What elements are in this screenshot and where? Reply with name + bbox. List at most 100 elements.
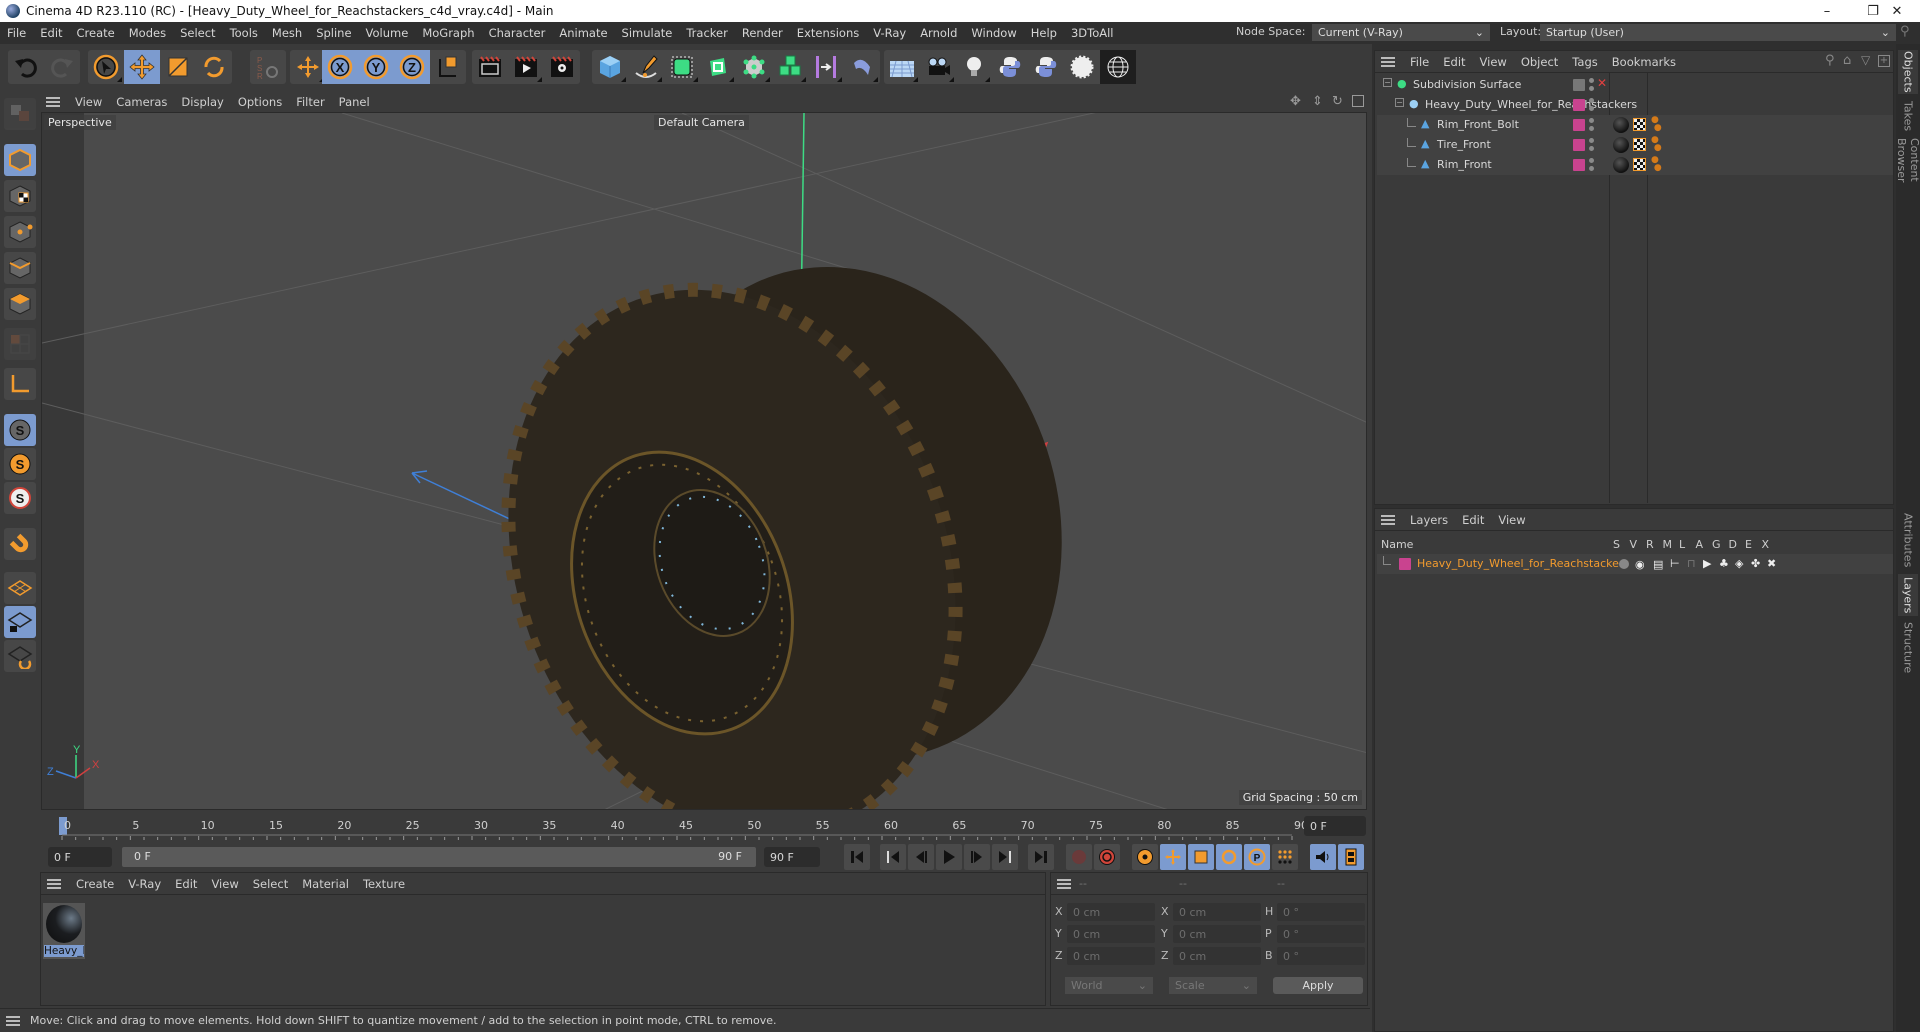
3d-viewport[interactable]: Y Z X Perspective Default Camera Grid Sp… <box>41 112 1367 810</box>
menu-tracker[interactable]: Tracker <box>679 26 735 40</box>
go-to-start-button[interactable] <box>844 844 870 870</box>
menu-tools[interactable]: Tools <box>223 26 265 40</box>
size-mode-dropdown[interactable]: Scale ⌄ <box>1169 977 1257 994</box>
magnet-button[interactable] <box>4 528 36 560</box>
render-clapper-icon[interactable]: ▤ <box>1653 558 1663 571</box>
rotate-view-icon[interactable]: ↻ <box>1332 94 1343 109</box>
viewport-menu-cameras[interactable]: Cameras <box>109 95 174 109</box>
redo-button[interactable] <box>44 50 80 84</box>
hamburger-menu-icon[interactable] <box>6 1015 20 1026</box>
render-settings-button[interactable] <box>544 50 580 84</box>
x-axis-lock-button[interactable]: X <box>322 50 358 84</box>
material-tag-icon[interactable] <box>1613 137 1629 153</box>
subdivision-surface-button[interactable] <box>664 50 700 84</box>
move-view-icon[interactable]: ✥ <box>1290 94 1301 109</box>
size-field[interactable]: 0 cm <box>1173 903 1261 921</box>
object-menu-view[interactable]: View <box>1473 55 1514 69</box>
hamburger-menu-icon[interactable] <box>47 878 61 889</box>
material-menu-edit[interactable]: Edit <box>168 877 204 891</box>
menu-3dtoall[interactable]: 3DToAll <box>1064 26 1121 40</box>
viewport-menu-view[interactable]: View <box>68 95 109 109</box>
viewport-menu-display[interactable]: Display <box>174 95 230 109</box>
key-parameter-button[interactable]: P <box>1244 844 1270 870</box>
menu-simulate[interactable]: Simulate <box>615 26 680 40</box>
workplane-align-button[interactable] <box>4 640 36 672</box>
column-header-s[interactable]: S <box>1613 538 1620 551</box>
workplane-lock-button[interactable] <box>4 606 36 638</box>
select-tool-button[interactable] <box>88 50 124 84</box>
next-frame-button[interactable] <box>964 844 990 870</box>
go-to-end-button[interactable] <box>1028 844 1054 870</box>
layer-menu-view[interactable]: View <box>1491 513 1532 527</box>
column-header-m[interactable]: M <box>1663 538 1673 551</box>
object-name[interactable]: Rim_Front <box>1437 158 1492 171</box>
autokey-button[interactable] <box>1094 844 1120 870</box>
position-field[interactable]: 0 cm <box>1067 947 1155 965</box>
object-row[interactable]: ▲ Rim_Front ● ● <box>1377 155 1893 175</box>
object-name[interactable]: Tire_Front <box>1437 138 1491 151</box>
material-tag-icon[interactable] <box>1613 157 1629 173</box>
layer-color-swatch[interactable] <box>1573 119 1585 131</box>
uvw-tag-icon[interactable] <box>1633 138 1646 151</box>
object-menu-file[interactable]: File <box>1403 55 1436 69</box>
tab-takes[interactable]: Takes <box>1898 98 1918 134</box>
menu-arnold[interactable]: Arnold <box>913 26 964 40</box>
material-menu-view[interactable]: View <box>204 877 245 891</box>
hamburger-menu-icon[interactable] <box>1381 514 1395 525</box>
field-button[interactable] <box>808 50 844 84</box>
play-button[interactable] <box>936 844 962 870</box>
make-editable-button[interactable] <box>4 98 36 130</box>
tab-layers[interactable]: Layers <box>1898 574 1918 616</box>
material-swatch[interactable]: Heavy_D <box>43 903 85 959</box>
z-axis-lock-button[interactable]: Z <box>394 50 430 84</box>
position-field[interactable]: 0 cm <box>1067 903 1155 921</box>
animation-play-icon[interactable]: ▶ <box>1703 557 1711 570</box>
python-generator-button[interactable] <box>1028 50 1064 84</box>
object-row[interactable]: ▲ Tire_Front ● ● <box>1377 135 1893 155</box>
key-rotation-button[interactable] <box>1216 844 1242 870</box>
visible-eye-icon[interactable]: ◉ <box>1635 558 1645 571</box>
axis-move-button[interactable] <box>290 50 326 84</box>
visibility-dots-icon[interactable] <box>1589 118 1594 132</box>
points-mode-button[interactable] <box>4 216 36 248</box>
column-header-l[interactable]: L <box>1679 538 1685 551</box>
phong-tag-icon[interactable]: ● ● <box>1651 156 1662 173</box>
sound-button[interactable] <box>1310 844 1336 870</box>
rotation-field[interactable]: 0 ° <box>1277 925 1365 943</box>
menu-edit[interactable]: Edit <box>33 26 69 40</box>
material-menu-texture[interactable]: Texture <box>356 877 412 891</box>
column-header-x[interactable]: X <box>1762 538 1770 551</box>
viewport-menu-options[interactable]: Options <box>231 95 289 109</box>
maximize-view-icon[interactable] <box>1352 95 1364 107</box>
vray-sphere-button[interactable] <box>1100 50 1136 84</box>
layer-name[interactable]: Heavy_Duty_Wheel_for_Reachstackers <box>1417 557 1629 570</box>
previous-frame-button[interactable] <box>908 844 934 870</box>
snap-button[interactable]: S <box>4 414 36 446</box>
camera-label[interactable]: Default Camera <box>654 115 749 130</box>
deactivated-x-icon[interactable]: ✕ <box>1597 76 1607 90</box>
material-menu-create[interactable]: Create <box>69 877 121 891</box>
phong-tag-icon[interactable]: ● ● <box>1651 116 1662 133</box>
next-key-button[interactable] <box>992 844 1018 870</box>
cube-button[interactable] <box>592 50 628 84</box>
object-row[interactable]: − ● Heavy_Duty_Wheel_for_Reachstackers <box>1377 95 1893 115</box>
previous-key-button[interactable] <box>880 844 906 870</box>
timeline-ruler[interactable]: 0 5 10 15 20 25 30 35 40 45 50 55 60 65 70 75 80 85 90 0 F <box>40 812 1368 842</box>
generator-icon[interactable]: ♣ <box>1719 557 1729 570</box>
undo-button[interactable] <box>8 50 44 84</box>
object-menu-tags[interactable]: Tags <box>1565 55 1604 69</box>
keyframe-settings-button[interactable] <box>1132 844 1158 870</box>
model-mode-button[interactable] <box>4 144 36 176</box>
object-name[interactable]: Rim_Front_Bolt <box>1437 118 1519 131</box>
axis-mode-button[interactable] <box>4 368 36 400</box>
tab-objects[interactable]: Objects <box>1898 50 1918 94</box>
timeline-window-button[interactable] <box>1338 844 1364 870</box>
key-position-button[interactable] <box>1160 844 1186 870</box>
start-frame-field[interactable]: 0 F <box>48 847 112 867</box>
column-header-name[interactable]: Name <box>1381 538 1413 551</box>
visibility-dots-icon[interactable] <box>1589 98 1594 112</box>
search-icon[interactable]: ⚲ <box>1825 53 1835 68</box>
filter-icon[interactable]: ▽ <box>1861 53 1870 67</box>
pen-spline-button[interactable] <box>628 50 664 84</box>
light-button[interactable] <box>956 50 992 84</box>
